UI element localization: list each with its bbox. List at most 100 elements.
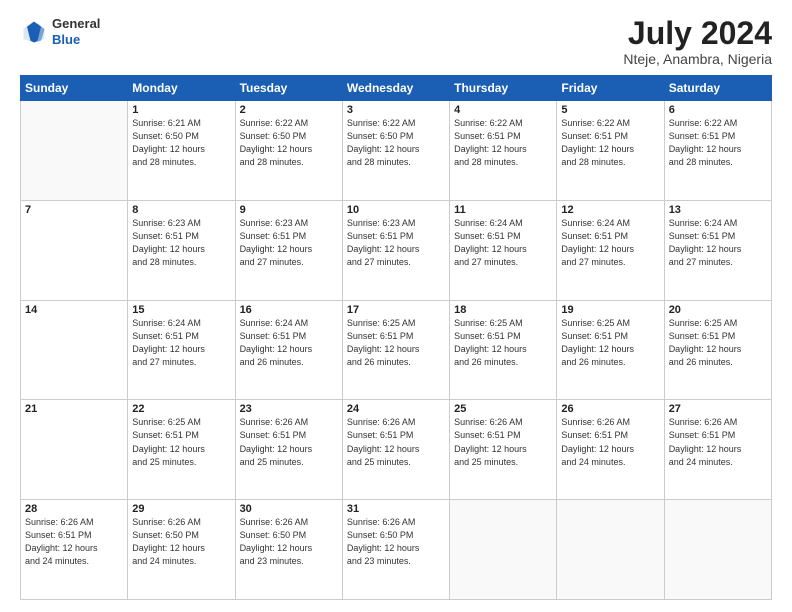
day-info: Sunrise: 6:21 AM Sunset: 6:50 PM Dayligh…	[132, 117, 230, 169]
day-info: Sunrise: 6:26 AM Sunset: 6:50 PM Dayligh…	[132, 516, 230, 568]
day-info: Sunrise: 6:22 AM Sunset: 6:51 PM Dayligh…	[669, 117, 767, 169]
calendar-table: SundayMondayTuesdayWednesdayThursdayFrid…	[20, 75, 772, 600]
day-info: Sunrise: 6:26 AM Sunset: 6:50 PM Dayligh…	[347, 516, 445, 568]
calendar-week-row: 14 15Sunrise: 6:24 AM Sunset: 6:51 PM Day…	[21, 300, 772, 400]
day-info: Sunrise: 6:22 AM Sunset: 6:51 PM Dayligh…	[561, 117, 659, 169]
calendar-day-cell: 20Sunrise: 6:25 AM Sunset: 6:51 PM Dayli…	[664, 300, 771, 400]
day-number: 18	[454, 304, 552, 316]
calendar-day-cell	[664, 500, 771, 600]
calendar-day-cell: 16Sunrise: 6:24 AM Sunset: 6:51 PM Dayli…	[235, 300, 342, 400]
day-number: 27	[669, 403, 767, 415]
calendar-day-cell: 22Sunrise: 6:25 AM Sunset: 6:51 PM Dayli…	[128, 400, 235, 500]
calendar-day-cell: 1Sunrise: 6:21 AM Sunset: 6:50 PM Daylig…	[128, 101, 235, 201]
calendar-day-cell: 29Sunrise: 6:26 AM Sunset: 6:50 PM Dayli…	[128, 500, 235, 600]
calendar-day-cell: 24Sunrise: 6:26 AM Sunset: 6:51 PM Dayli…	[342, 400, 449, 500]
day-number: 23	[240, 403, 338, 415]
calendar-day-cell: 7	[21, 200, 128, 300]
day-info: Sunrise: 6:26 AM Sunset: 6:51 PM Dayligh…	[240, 416, 338, 468]
day-number: 21	[25, 403, 123, 415]
day-number: 20	[669, 304, 767, 316]
day-info: Sunrise: 6:25 AM Sunset: 6:51 PM Dayligh…	[669, 317, 767, 369]
day-info: Sunrise: 6:26 AM Sunset: 6:50 PM Dayligh…	[240, 516, 338, 568]
day-number: 1	[132, 104, 230, 116]
calendar-header-cell: Friday	[557, 76, 664, 101]
calendar-day-cell: 11Sunrise: 6:24 AM Sunset: 6:51 PM Dayli…	[450, 200, 557, 300]
day-info: Sunrise: 6:23 AM Sunset: 6:51 PM Dayligh…	[347, 217, 445, 269]
day-number: 5	[561, 104, 659, 116]
day-number: 17	[347, 304, 445, 316]
calendar-header-cell: Saturday	[664, 76, 771, 101]
day-number: 8	[132, 204, 230, 216]
calendar-day-cell: 10Sunrise: 6:23 AM Sunset: 6:51 PM Dayli…	[342, 200, 449, 300]
calendar-header-cell: Monday	[128, 76, 235, 101]
calendar-day-cell: 14	[21, 300, 128, 400]
day-info: Sunrise: 6:26 AM Sunset: 6:51 PM Dayligh…	[454, 416, 552, 468]
calendar-day-cell: 19Sunrise: 6:25 AM Sunset: 6:51 PM Dayli…	[557, 300, 664, 400]
calendar-day-cell: 27Sunrise: 6:26 AM Sunset: 6:51 PM Dayli…	[664, 400, 771, 500]
day-info: Sunrise: 6:25 AM Sunset: 6:51 PM Dayligh…	[454, 317, 552, 369]
calendar-day-cell: 9Sunrise: 6:23 AM Sunset: 6:51 PM Daylig…	[235, 200, 342, 300]
day-number: 6	[669, 104, 767, 116]
calendar-title: July 2024	[623, 16, 772, 51]
calendar-day-cell: 3Sunrise: 6:22 AM Sunset: 6:50 PM Daylig…	[342, 101, 449, 201]
day-number: 28	[25, 503, 123, 515]
calendar-day-cell: 12Sunrise: 6:24 AM Sunset: 6:51 PM Dayli…	[557, 200, 664, 300]
calendar-day-cell: 18Sunrise: 6:25 AM Sunset: 6:51 PM Dayli…	[450, 300, 557, 400]
day-number: 31	[347, 503, 445, 515]
calendar-day-cell: 17Sunrise: 6:25 AM Sunset: 6:51 PM Dayli…	[342, 300, 449, 400]
calendar-day-cell: 6Sunrise: 6:22 AM Sunset: 6:51 PM Daylig…	[664, 101, 771, 201]
calendar-day-cell: 26Sunrise: 6:26 AM Sunset: 6:51 PM Dayli…	[557, 400, 664, 500]
day-info: Sunrise: 6:25 AM Sunset: 6:51 PM Dayligh…	[132, 416, 230, 468]
day-number: 9	[240, 204, 338, 216]
calendar-day-cell: 31Sunrise: 6:26 AM Sunset: 6:50 PM Dayli…	[342, 500, 449, 600]
day-number: 2	[240, 104, 338, 116]
day-info: Sunrise: 6:23 AM Sunset: 6:51 PM Dayligh…	[132, 217, 230, 269]
day-info: Sunrise: 6:26 AM Sunset: 6:51 PM Dayligh…	[669, 416, 767, 468]
calendar-day-cell: 21	[21, 400, 128, 500]
calendar-day-cell: 8Sunrise: 6:23 AM Sunset: 6:51 PM Daylig…	[128, 200, 235, 300]
calendar-day-cell: 28Sunrise: 6:26 AM Sunset: 6:51 PM Dayli…	[21, 500, 128, 600]
calendar-day-cell	[557, 500, 664, 600]
calendar-day-cell: 4Sunrise: 6:22 AM Sunset: 6:51 PM Daylig…	[450, 101, 557, 201]
day-info: Sunrise: 6:22 AM Sunset: 6:50 PM Dayligh…	[347, 117, 445, 169]
page: General Blue July 2024 Nteje, Anambra, N…	[0, 0, 792, 612]
day-number: 16	[240, 304, 338, 316]
logo-icon	[20, 18, 48, 46]
calendar-week-row: 28Sunrise: 6:26 AM Sunset: 6:51 PM Dayli…	[21, 500, 772, 600]
day-number: 22	[132, 403, 230, 415]
day-number: 11	[454, 204, 552, 216]
calendar-week-row: 21 22Sunrise: 6:25 AM Sunset: 6:51 PM Day…	[21, 400, 772, 500]
calendar-header-cell: Wednesday	[342, 76, 449, 101]
day-number: 26	[561, 403, 659, 415]
day-number: 13	[669, 204, 767, 216]
day-number: 25	[454, 403, 552, 415]
day-info: Sunrise: 6:23 AM Sunset: 6:51 PM Dayligh…	[240, 217, 338, 269]
day-number: 12	[561, 204, 659, 216]
day-info: Sunrise: 6:24 AM Sunset: 6:51 PM Dayligh…	[561, 217, 659, 269]
calendar-day-cell	[21, 101, 128, 201]
calendar-week-row: 1Sunrise: 6:21 AM Sunset: 6:50 PM Daylig…	[21, 101, 772, 201]
day-number: 7	[25, 204, 123, 216]
day-number: 29	[132, 503, 230, 515]
calendar-subtitle: Nteje, Anambra, Nigeria	[623, 51, 772, 67]
calendar-header-row: SundayMondayTuesdayWednesdayThursdayFrid…	[21, 76, 772, 101]
day-number: 3	[347, 104, 445, 116]
calendar-day-cell: 15Sunrise: 6:24 AM Sunset: 6:51 PM Dayli…	[128, 300, 235, 400]
day-number: 15	[132, 304, 230, 316]
day-info: Sunrise: 6:22 AM Sunset: 6:51 PM Dayligh…	[454, 117, 552, 169]
calendar-week-row: 78Sunrise: 6:23 AM Sunset: 6:51 PM Dayli…	[21, 200, 772, 300]
header: General Blue July 2024 Nteje, Anambra, N…	[20, 16, 772, 67]
day-info: Sunrise: 6:26 AM Sunset: 6:51 PM Dayligh…	[25, 516, 123, 568]
day-info: Sunrise: 6:24 AM Sunset: 6:51 PM Dayligh…	[132, 317, 230, 369]
day-number: 4	[454, 104, 552, 116]
day-info: Sunrise: 6:26 AM Sunset: 6:51 PM Dayligh…	[347, 416, 445, 468]
calendar-header-cell: Tuesday	[235, 76, 342, 101]
calendar-day-cell: 13Sunrise: 6:24 AM Sunset: 6:51 PM Dayli…	[664, 200, 771, 300]
day-number: 14	[25, 304, 123, 316]
day-info: Sunrise: 6:25 AM Sunset: 6:51 PM Dayligh…	[561, 317, 659, 369]
day-info: Sunrise: 6:26 AM Sunset: 6:51 PM Dayligh…	[561, 416, 659, 468]
calendar-day-cell	[450, 500, 557, 600]
calendar-day-cell: 5Sunrise: 6:22 AM Sunset: 6:51 PM Daylig…	[557, 101, 664, 201]
calendar-day-cell: 2Sunrise: 6:22 AM Sunset: 6:50 PM Daylig…	[235, 101, 342, 201]
day-info: Sunrise: 6:25 AM Sunset: 6:51 PM Dayligh…	[347, 317, 445, 369]
